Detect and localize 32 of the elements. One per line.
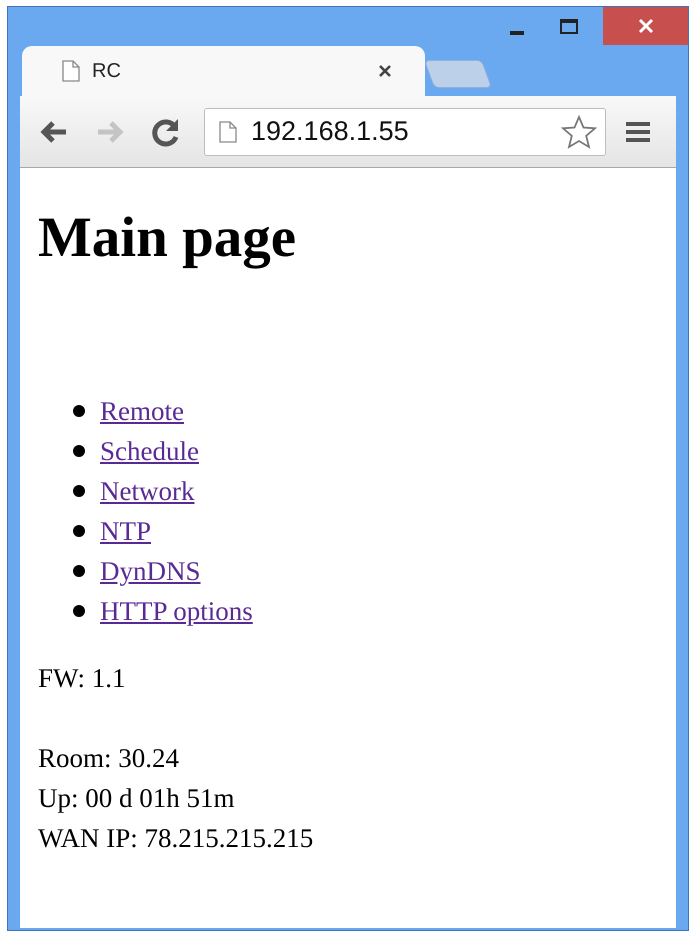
bullet-icon	[73, 445, 85, 457]
page-icon	[62, 60, 80, 82]
page-icon	[219, 120, 237, 142]
page-link[interactable]: NTP	[100, 511, 152, 551]
browser-tab[interactable]: RC	[22, 46, 425, 96]
page-link[interactable]: Network	[100, 471, 194, 511]
menu-icon	[626, 120, 650, 142]
bullet-icon	[73, 405, 85, 417]
close-icon	[378, 64, 392, 78]
bullet-icon	[73, 605, 85, 617]
bullet-icon	[73, 565, 85, 577]
status-text: Up: 00 d 01h 51m	[38, 782, 235, 815]
star-icon[interactable]	[561, 114, 597, 148]
page-link[interactable]: Remote	[100, 391, 184, 431]
status-text: Room: 30.24	[38, 742, 180, 775]
url-text: 192.168.1.55	[251, 115, 410, 148]
maximize-icon	[560, 18, 578, 34]
firmware-text: FW: 1.1	[38, 662, 126, 695]
address-bar[interactable]: 192.168.1.55	[204, 108, 606, 156]
tab-close-button[interactable]	[377, 63, 393, 79]
status-text: WAN IP: 78.215.215.215	[38, 822, 314, 855]
close-button[interactable]	[603, 7, 688, 45]
page-link[interactable]: HTTP options	[100, 591, 253, 631]
close-icon	[638, 18, 654, 34]
bullet-icon	[73, 525, 85, 537]
tab-title: RC	[92, 59, 122, 84]
minimize-icon	[510, 31, 524, 35]
page-heading: Main page	[38, 208, 298, 268]
bullet-icon	[73, 485, 85, 497]
page-link[interactable]: DynDNS	[100, 551, 201, 591]
page-link[interactable]: Schedule	[100, 431, 199, 471]
reload-icon	[151, 116, 181, 146]
